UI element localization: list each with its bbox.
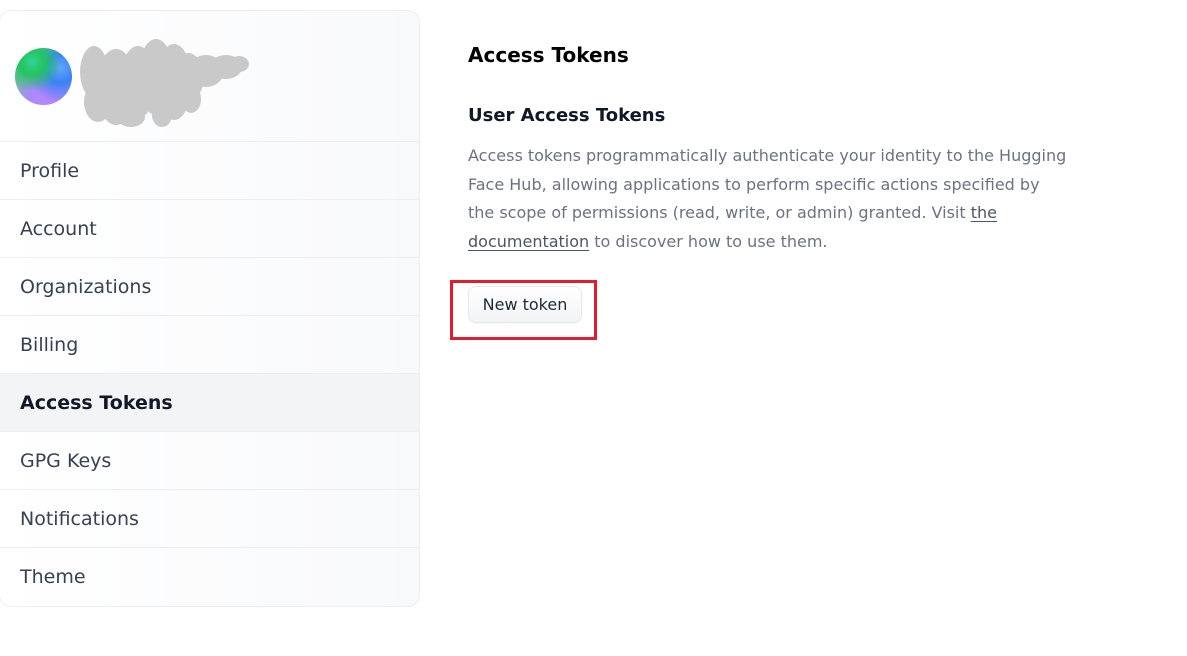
sidebar-item-gpg-keys[interactable]: GPG Keys bbox=[0, 432, 419, 490]
profile-header bbox=[0, 11, 419, 142]
sidebar-item-organizations[interactable]: Organizations bbox=[0, 258, 419, 316]
sidebar-item-access-tokens[interactable]: Access Tokens bbox=[0, 374, 419, 432]
settings-sidebar: Profile Account Organizations Billing Ac… bbox=[0, 10, 420, 607]
description-suffix: to discover how to use them. bbox=[589, 231, 828, 251]
settings-page: Profile Account Organizations Billing Ac… bbox=[0, 0, 1187, 656]
new-token-button[interactable]: New token bbox=[468, 286, 582, 323]
sidebar-item-billing[interactable]: Billing bbox=[0, 316, 419, 374]
sidebar-item-notifications[interactable]: Notifications bbox=[0, 490, 419, 548]
redacted-username-scribble bbox=[80, 39, 249, 127]
settings-nav: Profile Account Organizations Billing Ac… bbox=[0, 142, 419, 606]
access-tokens-description: Access tokens programmatically authentic… bbox=[468, 142, 1068, 256]
highlight-box: New token bbox=[450, 280, 597, 340]
main-content: Access Tokens User Access Tokens Access … bbox=[450, 40, 1078, 340]
page-title: Access Tokens bbox=[468, 43, 629, 67]
avatar[interactable] bbox=[15, 48, 72, 105]
sidebar-item-theme[interactable]: Theme bbox=[0, 548, 419, 606]
section-title: User Access Tokens bbox=[468, 105, 666, 126]
sidebar-item-profile[interactable]: Profile bbox=[0, 142, 419, 200]
sidebar-item-account[interactable]: Account bbox=[0, 200, 419, 258]
